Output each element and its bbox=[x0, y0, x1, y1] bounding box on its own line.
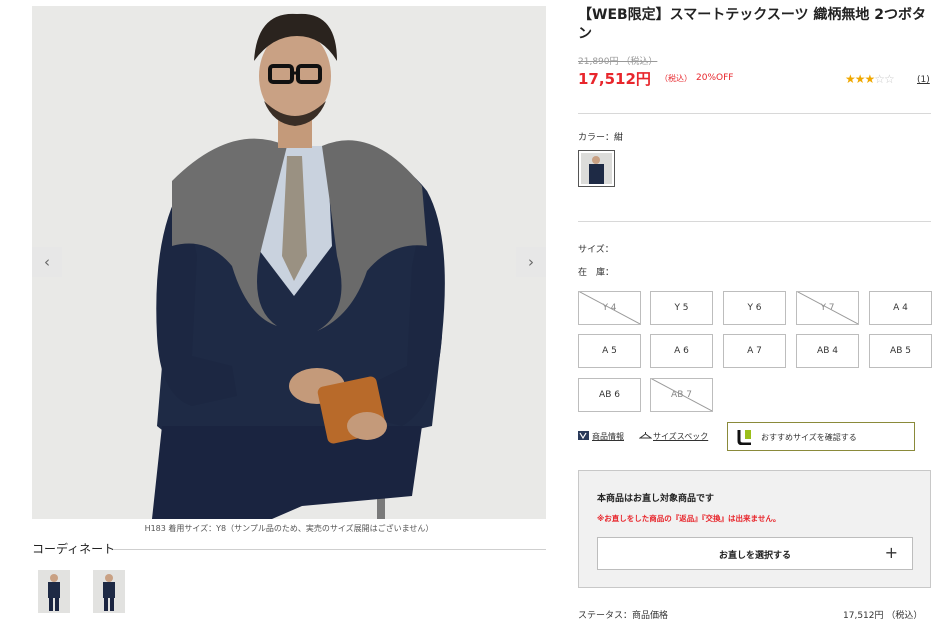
size-spec-link[interactable]: サイズスペック bbox=[638, 431, 709, 442]
model-photo-illustration bbox=[32, 6, 546, 519]
recommend-size-button[interactable]: おすすめサイズを確認する bbox=[727, 422, 915, 451]
size-option-y6[interactable]: Y 6 bbox=[723, 291, 786, 325]
size-spec-label: サイズスペック bbox=[653, 432, 709, 441]
star-empty-icon: ☆☆ bbox=[874, 72, 894, 86]
product-info-icon bbox=[578, 431, 589, 440]
select-alteration-label: お直しを選択する bbox=[718, 551, 791, 561]
swatch-thumbnail-image bbox=[581, 153, 612, 184]
size-option-ab4[interactable]: AB 4 bbox=[796, 334, 859, 368]
image-caption: H183 着用サイズ：Y8（サンプル品のため、実売のサイズ展開はございません） bbox=[144, 524, 434, 533]
original-price: 21,890円 （税込） bbox=[578, 57, 658, 67]
alteration-title: 本商品はお直し対象商品です bbox=[597, 494, 715, 504]
size-option-ab6[interactable]: AB 6 bbox=[578, 378, 641, 412]
size-option-y4[interactable]: Y 4 bbox=[578, 291, 641, 325]
color-value: 紺 bbox=[614, 133, 624, 143]
thumbnail-person-image bbox=[38, 570, 70, 613]
rating-stars: ★★★☆☆ bbox=[845, 72, 895, 86]
size-option-a7[interactable]: A 7 bbox=[723, 334, 786, 368]
product-title: 【WEB限定】スマートテックスーツ 織柄無地 2つボタン bbox=[578, 7, 927, 42]
coordinate-thumbnail[interactable] bbox=[93, 570, 125, 613]
coordinate-divider bbox=[113, 549, 546, 550]
size-recommend-logo-icon bbox=[737, 429, 753, 446]
section-divider bbox=[578, 113, 931, 114]
size-option-y5[interactable]: Y 5 bbox=[650, 291, 713, 325]
stock-label: 在 庫： bbox=[578, 268, 615, 278]
sale-price: 17,512円 bbox=[578, 70, 651, 88]
alteration-panel: 本商品はお直し対象商品です ※お直しをした商品の『返品』『交換』は出来ません。 … bbox=[578, 470, 931, 588]
product-main-image[interactable] bbox=[32, 6, 546, 519]
discount-badge: 20%OFF bbox=[696, 73, 734, 83]
size-option-a6[interactable]: A 6 bbox=[650, 334, 713, 368]
coordinate-heading: コーディネート bbox=[32, 542, 116, 556]
gallery-prev-button[interactable]: ‹ bbox=[32, 247, 62, 277]
select-alteration-button[interactable]: お直しを選択する + bbox=[597, 537, 913, 570]
color-label: カラー：紺 bbox=[578, 130, 623, 143]
hanger-icon bbox=[638, 431, 653, 440]
thumbnail-person-image bbox=[93, 570, 125, 613]
alteration-warning: ※お直しをした商品の『返品』『交換』は出来ません。 bbox=[597, 514, 781, 523]
size-option-a4[interactable]: A 4 bbox=[869, 291, 932, 325]
coordinate-thumbnail[interactable] bbox=[38, 570, 70, 613]
size-option-ab5[interactable]: AB 5 bbox=[869, 334, 932, 368]
product-info-label: 商品情報 bbox=[592, 432, 624, 441]
color-swatch-navy[interactable] bbox=[578, 150, 615, 187]
color-label-text: カラー： bbox=[578, 133, 615, 143]
size-option-y7[interactable]: Y 7 bbox=[796, 291, 859, 325]
star-filled-icon: ★★★ bbox=[845, 72, 875, 86]
review-count-link[interactable]: (1) bbox=[917, 75, 930, 85]
recommend-size-label: おすすめサイズを確認する bbox=[761, 433, 857, 442]
price-tax-note: （税込） bbox=[660, 74, 692, 83]
status-value: 17,512円 （税込） bbox=[843, 611, 923, 621]
size-option-a5[interactable]: A 5 bbox=[578, 334, 641, 368]
size-label: サイズ： bbox=[578, 245, 614, 255]
gallery-next-button[interactable]: › bbox=[516, 247, 546, 277]
product-info-link[interactable]: 商品情報 bbox=[578, 431, 624, 442]
section-divider bbox=[578, 221, 931, 222]
status-label: ステータス：商品価格 bbox=[578, 611, 669, 621]
size-option-ab7[interactable]: AB 7 bbox=[650, 378, 713, 412]
plus-icon: + bbox=[884, 543, 898, 562]
